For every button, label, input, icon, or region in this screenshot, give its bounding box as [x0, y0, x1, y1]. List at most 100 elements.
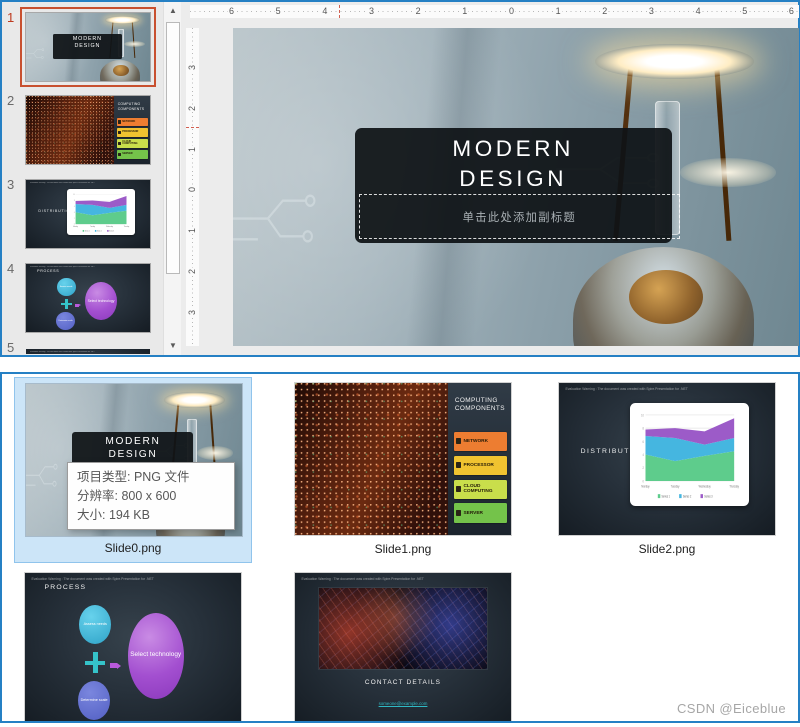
file-item-slide2[interactable]: Evaluation Warning : The document was cr… [548, 377, 786, 563]
file-properties-tooltip: 项目类型: PNG 文件 分辨率: 800 x 600 大小: 194 KB [67, 462, 235, 530]
ruler-number: 1 [187, 146, 198, 153]
server-icon [118, 153, 121, 156]
svg-text:Thursday: Thursday [124, 224, 130, 227]
plus-icon [61, 299, 72, 309]
process-result-label: Select technology [88, 299, 115, 304]
process-result-circle: Select technology [128, 613, 184, 700]
component-button: CLOUD COMPUTING [454, 480, 507, 499]
ruler-number: 5 [741, 6, 748, 17]
arrow-right-icon [75, 302, 84, 308]
slide-title-line1: MODERN [53, 36, 122, 43]
svg-text:4: 4 [642, 452, 643, 457]
file-item-slide1[interactable]: COMPUTING COMPONENTS NETWORK PROCESSOR CLO… [284, 377, 522, 563]
distribution-area-chart: 0246810MondayTuesdayWednesdayThursdaySer… [634, 407, 746, 502]
svg-text:2: 2 [74, 217, 75, 219]
tooltip-item-type: 项目类型: PNG 文件 [77, 468, 225, 487]
ruler-number: 4 [695, 6, 702, 17]
component-button-label: CLOUD COMPUTING [464, 484, 505, 494]
component-button-label: PROCESSOR [122, 131, 138, 134]
component-button-label: PROCESSOR [464, 463, 494, 468]
file-thumbnail: Evaluation Warning : The document was cr… [295, 573, 511, 723]
slide-title: CONTACT DETAILS [295, 679, 511, 686]
slide-title-line2: DESIGN [72, 448, 193, 461]
svg-text:Series 2: Series 2 [97, 229, 102, 232]
ruler-number: 2 [415, 6, 422, 17]
scrollbar-thumb[interactable] [166, 22, 180, 274]
tooltip-resolution: 分辨率: 800 x 600 [77, 487, 225, 506]
subtitle-placeholder[interactable]: 单击此处添加副标题 [359, 194, 680, 239]
trial-watermark-text: Evaluation Warning : The document was cr… [301, 577, 457, 581]
bulb-amber-filament-holder [629, 270, 703, 324]
circuit-traces-icon [26, 44, 53, 63]
email-link[interactable]: someone@example.com [295, 701, 511, 706]
slide-canvas[interactable]: MODERN DESIGN 单击此处添加副标题 [233, 28, 799, 346]
svg-text:0: 0 [74, 223, 75, 225]
slide-title: PROCESS [44, 584, 86, 591]
slide-thumbnail-1[interactable]: MODERN DESIGN 单击此处添加副标题 [26, 13, 150, 81]
chart-card: 0246810MondayTuesdayWednesdayThursdaySer… [67, 189, 135, 235]
circuit-board-photo [295, 383, 448, 535]
slide-4-preview: Evaluation Warning : The document was cr… [26, 264, 150, 332]
slide-title-box[interactable]: MODERN DESIGN [53, 34, 122, 58]
slide-title: COMPUTING COMPONENTS [455, 397, 505, 414]
ruler-guide-mark [186, 127, 199, 128]
slide-title-line2: DESIGN [355, 164, 672, 194]
slide-number: 5 [7, 340, 14, 355]
file-name: Slide2.png [548, 542, 786, 556]
component-button-label: SERVER [464, 511, 483, 516]
file-item-slide0[interactable]: MODERN DESIGN 单击此处添加副标题 Slide0.png 项目类型:… [14, 377, 252, 563]
ruler-number: 1 [555, 6, 562, 17]
svg-text:Wednesday: Wednesday [106, 226, 113, 228]
slide-number: 4 [7, 261, 14, 276]
svg-text:Monday: Monday [641, 484, 649, 489]
process-step-circle: Assess needs [57, 278, 76, 296]
file-item-slide4[interactable]: Evaluation Warning : The document was cr… [284, 567, 522, 721]
slide-thumbnail-4[interactable]: Evaluation Warning : The document was cr… [26, 264, 150, 332]
slide-thumbnail-3[interactable]: Evaluation Warning : The document was cr… [26, 180, 150, 248]
slide-title-line1: MODERN [355, 134, 672, 164]
slide-number: 2 [7, 93, 14, 108]
vertical-ruler: 3210123 [186, 28, 199, 346]
slide-thumbnail-5[interactable]: Evaluation Warning : The document was cr… [26, 349, 150, 354]
processor-icon [118, 131, 121, 134]
ruler-number: 0 [508, 6, 515, 17]
component-button-label: NETWORK [122, 121, 135, 124]
svg-text:2: 2 [642, 465, 643, 470]
scroll-up-icon[interactable]: ▲ [165, 3, 181, 19]
chart-card: 0246810MondayTuesdayWednesdayThursdaySer… [630, 403, 749, 506]
subtitle-placeholder-text: 单击此处添加副标题 [463, 209, 576, 225]
ruler-number: 3 [187, 309, 198, 316]
cloud-icon [118, 142, 121, 145]
file-item-slide3[interactable]: Evaluation Warning : The document was cr… [14, 567, 252, 721]
svg-text:Series 3: Series 3 [109, 229, 114, 232]
slide-title: MODERN DESIGN [53, 36, 122, 50]
bulb-filament-glow [105, 16, 140, 23]
bulb-reflection-glow [124, 41, 145, 47]
ruler-number: 1 [187, 227, 198, 234]
cloud-icon [456, 486, 461, 492]
svg-text:6: 6 [74, 206, 75, 208]
trial-watermark-text: Evaluation Warning : The document was cr… [30, 266, 119, 268]
slide-number: 1 [7, 10, 14, 25]
slide-title: PROCESS [37, 269, 59, 273]
ruler-number: 1 [461, 6, 468, 17]
plus-icon [85, 652, 104, 673]
presentation-editor-window: 1 2 3 4 5 MODERN DESIGN 单击此处添加副标题 C [0, 0, 800, 357]
file-thumbnail: Evaluation Warning : The document was cr… [559, 383, 775, 535]
scroll-down-icon[interactable]: ▼ [165, 338, 181, 354]
panel-scrollbar[interactable]: ▲ ▼ [163, 2, 181, 355]
slide-2-preview: COMPUTING COMPONENTS NETWORKPROCESSORCLO… [26, 96, 150, 164]
svg-text:10: 10 [641, 413, 644, 418]
svg-text:Wednesday: Wednesday [698, 484, 710, 489]
slide-thumbnail-2[interactable]: COMPUTING COMPONENTS NETWORKPROCESSORCLO… [26, 96, 150, 164]
processor-icon [456, 462, 461, 468]
component-button: NETWORK [454, 432, 507, 451]
csdn-watermark: CSDN @Eiceblue [677, 701, 786, 716]
bulb-reflection-glow [197, 446, 234, 460]
network-icon [118, 120, 121, 123]
ruler-number: 6 [228, 6, 235, 17]
process-step-label: Determine scale [59, 320, 73, 322]
arrow-right-icon [110, 659, 125, 673]
network-icon [456, 438, 461, 444]
component-button: PROCESSOR [454, 456, 507, 475]
